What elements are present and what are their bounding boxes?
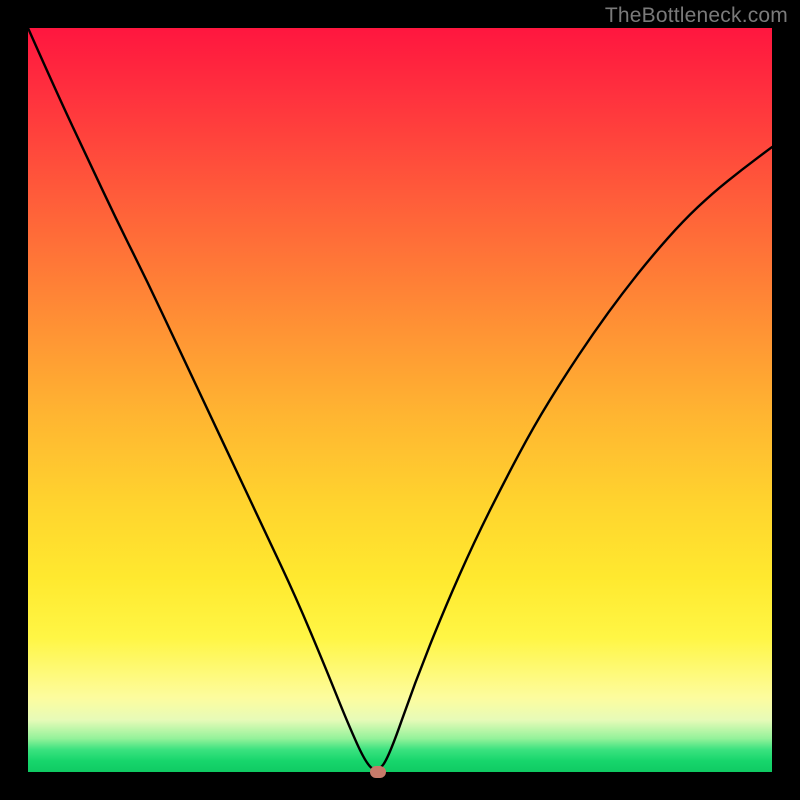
- chart-frame: TheBottleneck.com: [0, 0, 800, 800]
- watermark-text: TheBottleneck.com: [605, 4, 788, 28]
- optimal-point-marker: [370, 766, 386, 778]
- plot-area: [28, 28, 772, 772]
- bottleneck-curve: [28, 28, 772, 772]
